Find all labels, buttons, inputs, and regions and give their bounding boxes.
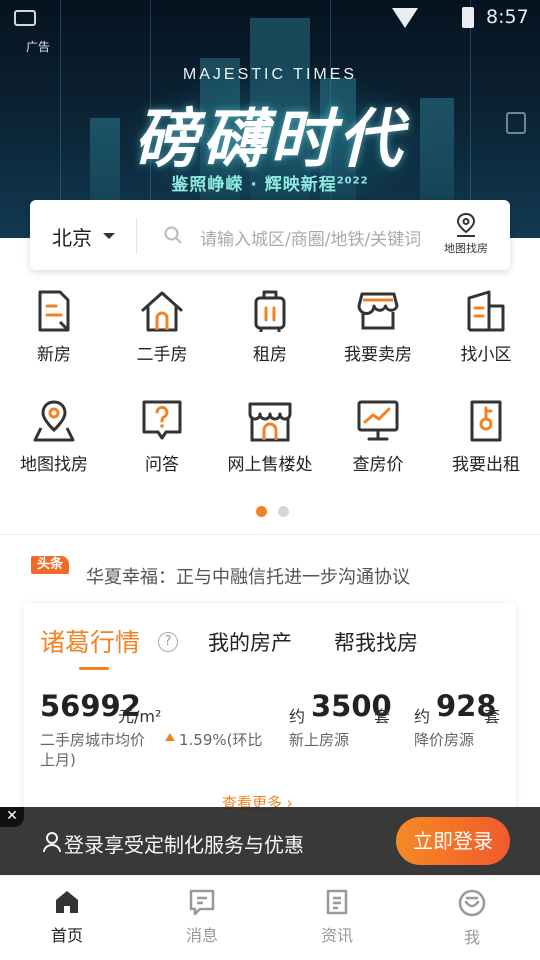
nav-label: 我: [463, 928, 480, 947]
login-button[interactable]: 立即登录: [396, 817, 510, 865]
grid-label: 新房: [37, 345, 71, 365]
help-icon[interactable]: ?: [158, 632, 178, 652]
home-icon: [56, 891, 78, 913]
page-indicator: [256, 506, 296, 518]
price-chart-icon: [357, 400, 399, 441]
grid-label: 问答: [145, 455, 179, 475]
nav-profile[interactable]: 我: [432, 888, 512, 952]
nav-messages[interactable]: 消息: [162, 888, 242, 952]
nav-label: 资讯: [320, 926, 353, 945]
nav-label: 首页: [50, 926, 83, 945]
grid-item-find-community[interactable]: 找小区: [432, 288, 540, 378]
grid-item-lease-out[interactable]: 我要出租: [432, 398, 540, 488]
avg-price-change-period: 上月): [40, 751, 76, 769]
headline-text[interactable]: 华夏幸福：正与中融信托进一步沟通协议: [86, 563, 410, 589]
sell-shop-icon: [357, 292, 399, 330]
nav-home[interactable]: 首页: [27, 888, 107, 952]
search-icon: [164, 226, 182, 244]
bottom-nav: 首页 消息 资讯 我: [0, 875, 540, 960]
status-time: 8:57: [486, 6, 529, 28]
banner-subtitle: 鉴照峥嵘 · 辉映新程2022: [0, 170, 540, 195]
avg-price-label: 二手房城市均价: [40, 731, 146, 749]
avg-price-unit: 元/m²: [118, 707, 162, 726]
close-icon[interactable]: ✕: [0, 807, 24, 827]
profile-icon: [458, 889, 486, 917]
caret-down-icon[interactable]: [103, 233, 115, 239]
app-screen: 8:57 广告 MAJESTIC TIMES 磅礴时代 鉴照峥嵘 · 辉映新程2…: [0, 0, 540, 960]
nav-label: 消息: [185, 926, 218, 945]
headline-tag: 头条: [31, 556, 69, 574]
price-drop-unit: 套: [484, 707, 501, 726]
search-input[interactable]: 请输入城区/商圈/地铁/关键词: [200, 225, 421, 250]
banner-brand: MAJESTIC TIMES: [182, 66, 358, 83]
ad-label: 广告: [26, 40, 51, 54]
message-icon: [189, 889, 215, 916]
map-pin-icon: [33, 400, 75, 442]
grid-item-check-price[interactable]: 查房价: [324, 398, 432, 488]
grid-item-rent[interactable]: 租房: [216, 288, 324, 378]
tab-my-property[interactable]: 我的房产: [208, 627, 292, 657]
online-sales-office-icon: [248, 402, 292, 442]
grid-item-new-house[interactable]: 新房: [0, 288, 108, 378]
grid-item-online-sales[interactable]: 网上售楼处: [216, 398, 324, 488]
tab-underline: [79, 667, 109, 670]
wifi-icon: [392, 8, 418, 28]
grid-item-sell-house[interactable]: 我要卖房: [324, 288, 432, 378]
grid-label: 找小区: [460, 345, 512, 365]
page-dot-active[interactable]: [256, 506, 267, 517]
map-find-button[interactable]: 地图找房: [434, 212, 498, 260]
avg-price-change: 1.59%(环比: [179, 731, 263, 749]
up-arrow-icon: [165, 733, 175, 741]
banner-subtitle-text: 鉴照峥嵘 · 辉映新程: [171, 175, 337, 195]
map-find-label: 地图找房: [444, 242, 488, 255]
new-listings-label: 新上房源: [289, 731, 350, 749]
grid-item-map-find[interactable]: 地图找房: [0, 398, 108, 488]
community-building-icon: [467, 290, 505, 332]
banner-subtitle-year: 2022: [336, 175, 369, 187]
city-selector[interactable]: 北京: [52, 222, 92, 251]
divider: [136, 218, 137, 254]
price-drop-prefix: 约: [414, 707, 431, 726]
grid-item-qa[interactable]: 问答: [108, 398, 216, 488]
user-icon: [43, 832, 61, 853]
grid-label: 租房: [253, 345, 287, 365]
second-hand-house-icon: [141, 291, 183, 332]
grid-label: 我要出租: [452, 455, 520, 475]
new-house-icon: [38, 290, 70, 332]
grid-label: 查房价: [352, 455, 404, 475]
notification-icon: [14, 10, 36, 26]
grid-label: 二手房: [136, 345, 188, 365]
page-dot[interactable]: [278, 506, 289, 517]
nav-news[interactable]: 资讯: [297, 888, 377, 952]
battery-icon: [462, 7, 474, 28]
tab-market[interactable]: 诸葛行情: [40, 623, 140, 659]
question-icon: [142, 400, 182, 440]
grid-label: 我要卖房: [344, 345, 412, 365]
rent-luggage-icon: [254, 290, 286, 332]
login-prompt-text: 登录享受定制化服务与优惠: [64, 833, 304, 857]
grid-item-second-hand[interactable]: 二手房: [108, 288, 216, 378]
grid-label: 地图找房: [20, 455, 88, 475]
market-card: 诸葛行情 ? 我的房产 帮我找房 56992 元/m² 二手房城市均价 1.59…: [24, 603, 516, 833]
map-pin-icon: [456, 212, 476, 237]
key-lease-icon: [470, 400, 502, 442]
new-listings-prefix: 约: [289, 707, 306, 726]
tab-find-house[interactable]: 帮我找房: [334, 627, 418, 657]
news-icon: [326, 889, 348, 915]
new-listings-unit: 套: [374, 707, 391, 726]
price-drop-label: 降价房源: [414, 731, 475, 749]
search-card: 北京 请输入城区/商圈/地铁/关键词 地图找房: [30, 200, 510, 270]
grid-label: 网上售楼处: [227, 455, 313, 475]
divider: [0, 534, 540, 535]
status-bar: 8:57: [0, 0, 540, 36]
login-prompt-bar: 登录享受定制化服务与优惠 立即登录: [0, 807, 540, 875]
banner-title: 磅礴时代: [134, 103, 406, 177]
